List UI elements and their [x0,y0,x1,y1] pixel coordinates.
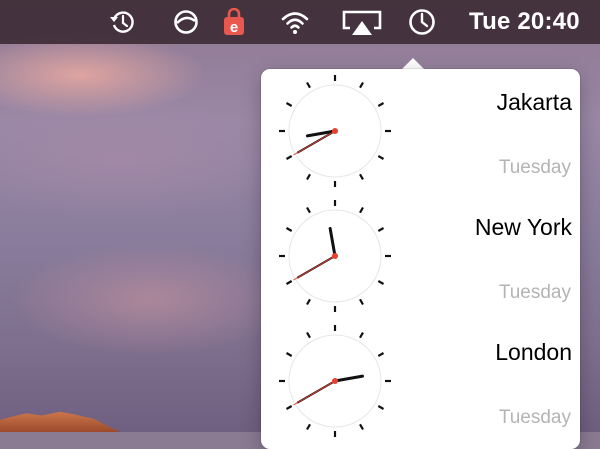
menu-bar: e Tue 20:40 [0,0,600,44]
clock-tick [359,331,364,339]
world-clock-popover: Jakarta Tuesday New York Tuesday London … [261,69,580,449]
time-machine-icon[interactable] [108,8,136,36]
clock-tick [359,173,364,181]
city-day: Tuesday [498,407,571,428]
clock-tick [285,102,293,107]
clock-tick [377,352,385,357]
clock-tick [285,227,293,232]
clock-center-dot [332,128,338,134]
analog-clock [279,200,391,312]
clock-tick [285,280,293,285]
clock-tick [306,298,311,306]
clock-tick [377,405,385,410]
analog-clock [279,75,391,187]
clock-tick [306,81,311,89]
city-row-new-york[interactable]: New York Tuesday [261,194,580,319]
clock-center-dot [332,253,338,259]
clock-icon[interactable] [408,8,436,36]
clock-tick [377,280,385,285]
analog-clock [279,325,391,437]
clock-tick [306,331,311,339]
city-row-jakarta[interactable]: Jakarta Tuesday [261,69,580,194]
airplay-icon[interactable] [340,8,384,36]
clock-tick [306,173,311,181]
clock-tick [377,102,385,107]
sync-icon[interactable] [172,8,200,36]
clock-tick [359,206,364,214]
wallpaper-mountain [0,411,120,432]
clock-tick [359,81,364,89]
city-name: London [495,339,572,365]
clock-tick [359,423,364,431]
city-name: Jakarta [496,89,572,115]
clock-tick [285,352,293,357]
clock-tick [377,155,385,160]
clock-center-dot [332,378,338,384]
clock-tick [377,227,385,232]
city-name: New York [474,214,572,240]
wifi-icon[interactable] [281,8,309,36]
clock-tick [285,405,293,410]
e-app-icon[interactable]: e [220,7,248,36]
clock-tick [306,206,311,214]
city-day: Tuesday [498,157,571,178]
clock-tick [359,298,364,306]
city-day: Tuesday [498,282,571,303]
clock-tick [285,155,293,160]
clock-tick [306,423,311,431]
svg-text:e: e [230,19,238,36]
menu-bar-clock[interactable]: Tue 20:40 [469,6,580,38]
city-row-london[interactable]: London Tuesday [261,319,580,444]
